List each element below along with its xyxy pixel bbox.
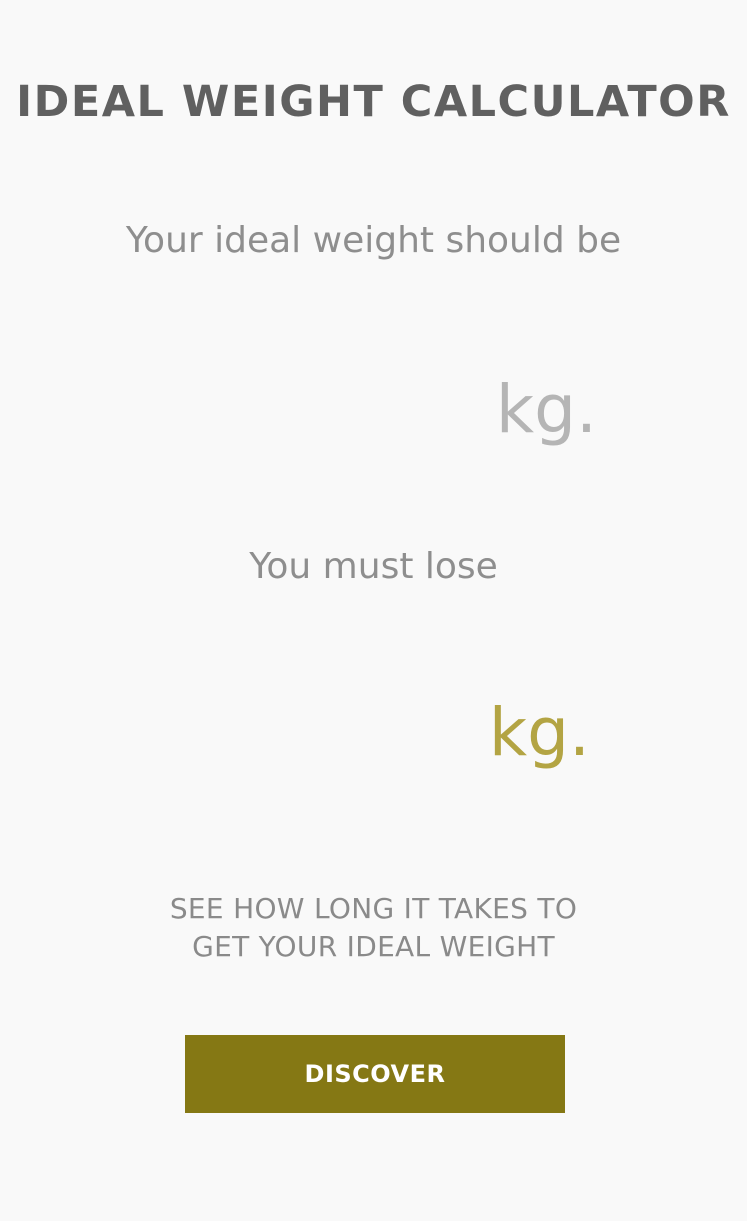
discover-button-label: DISCOVER [304, 1060, 446, 1088]
cta-line-1: SEE HOW LONG IT TAKES TO [169, 892, 578, 925]
weight-to-lose-unit: kg. [488, 694, 590, 771]
weight-to-lose-result: kg. [150, 688, 590, 788]
discover-button[interactable]: DISCOVER [185, 1035, 565, 1113]
ideal-weight-result: kg. [150, 365, 597, 465]
cta-line-2: GET YOUR IDEAL WEIGHT [192, 930, 555, 963]
ideal-weight-unit: kg. [495, 371, 597, 448]
cta-message: SEE HOW LONG IT TAKES TO GET YOUR IDEAL … [0, 890, 747, 966]
page-title: IDEAL WEIGHT CALCULATOR [16, 77, 731, 127]
ideal-weight-label: Your ideal weight should be [125, 220, 622, 261]
weight-to-lose-label: You must lose [249, 546, 498, 587]
